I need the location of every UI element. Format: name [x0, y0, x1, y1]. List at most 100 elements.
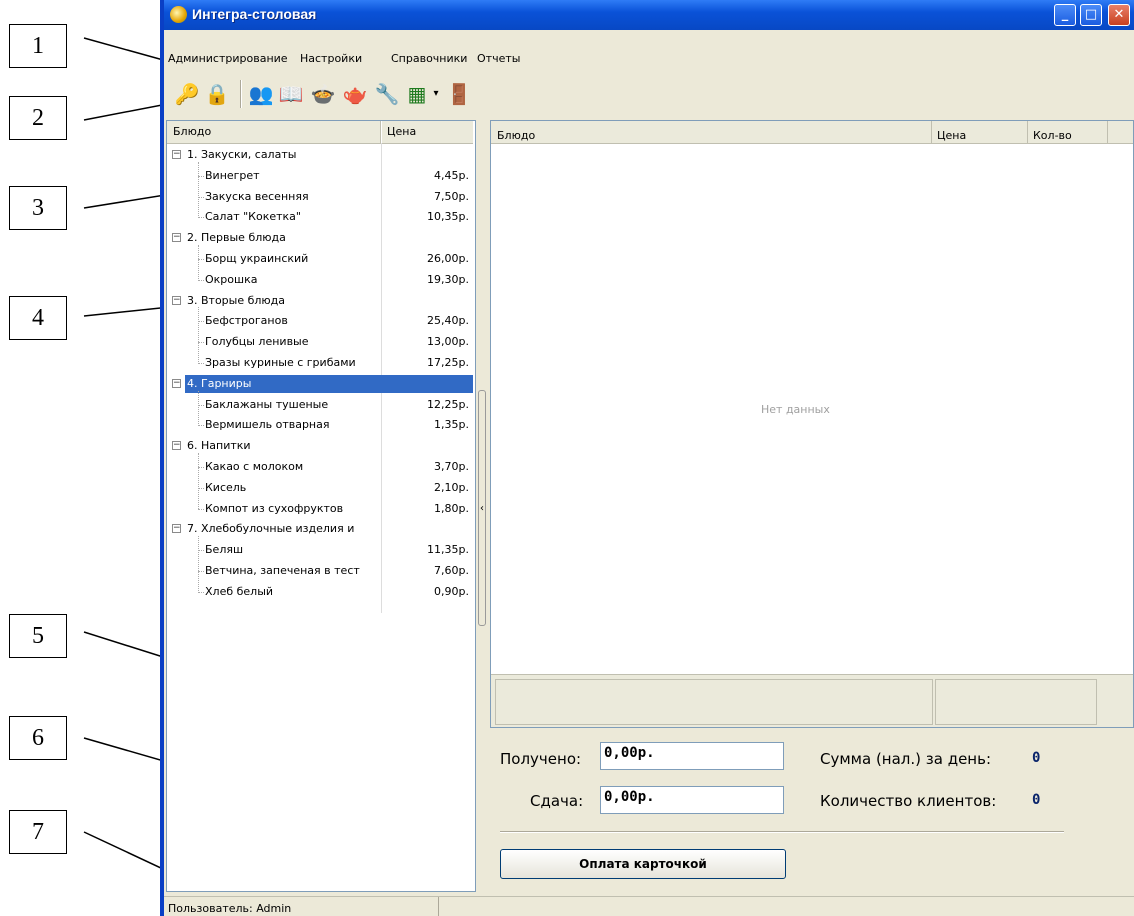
window-title: Интегра-столовая [192, 6, 317, 22]
tree-group-row[interactable]: −6. Напитки [167, 436, 473, 456]
tree-item-row[interactable]: Какао с молоком 3,70р. [167, 457, 473, 477]
tree-line [198, 390, 200, 427]
header-separator [931, 121, 932, 143]
tree-item-row[interactable]: Винегрет 4,45р. [167, 166, 473, 186]
tree-item-row[interactable]: Ветчина, запеченая в тест 7,60р. [167, 561, 473, 581]
book-icon[interactable]: 📖 [278, 80, 304, 108]
exit-door-icon[interactable]: 🚪 [446, 80, 472, 108]
tree-group-row[interactable]: −2. Первые блюда [167, 228, 473, 248]
dropdown-arrow-icon[interactable]: ▾ [430, 80, 442, 108]
pay-by-card-button[interactable]: Оплата карточкой [500, 849, 786, 879]
dish-name: Беляш [205, 543, 244, 557]
keys-search-icon[interactable]: 🔑 [174, 80, 200, 108]
header-separator [381, 121, 382, 143]
tree-item-row[interactable]: Беляш 11,35р. [167, 540, 473, 560]
tree-item-row[interactable]: Компот из сухофруктов 1,80р. [167, 499, 473, 519]
dish-price: 25,40р. [427, 314, 469, 328]
collapse-icon[interactable]: − [172, 441, 181, 451]
status-bar: Пользователь: Admin [164, 896, 1134, 916]
menu-reports[interactable]: Отчеты [477, 52, 520, 65]
dish-name: Кисель [205, 480, 247, 494]
callout-1: 1 [9, 24, 67, 68]
menu-references[interactable]: Справочники [391, 52, 467, 65]
clients-count-label: Количество клиентов: [820, 792, 997, 810]
tree-group-label: 1. Закуски, салаты [187, 148, 297, 161]
users-icon[interactable]: 👥 [248, 80, 274, 108]
empty-state-text: Нет данных [761, 403, 830, 416]
order-column-quantity[interactable]: Кол-во [1033, 129, 1072, 142]
tree-item-row[interactable]: Хлеб белый 0,90р. [167, 582, 473, 602]
collapse-icon[interactable]: − [172, 295, 181, 305]
lock-icon[interactable]: 🔒 [204, 80, 230, 108]
day-sum-value: 0 [1032, 750, 1041, 766]
pot-icon[interactable]: 🫖 [342, 80, 368, 108]
excel-icon[interactable]: ▦ [404, 80, 430, 108]
tree-group-label: 2. Первые блюда [187, 231, 286, 245]
tree-item-row[interactable]: Голубцы ленивые 13,00р. [167, 332, 473, 352]
order-grid-footer [491, 674, 1133, 727]
dish-price: 0,90р. [434, 584, 469, 598]
dish-menu-tree-grid[interactable]: Блюдо Цена −1. Закуски, салаты Винегрет 4,… [166, 120, 476, 892]
dish-name: Голубцы ленивые [205, 335, 309, 349]
change-field: 0,00р. [600, 786, 784, 814]
dish-name: Закуска весенняя [205, 189, 309, 203]
menu-bar: Администрирование Настройки Справочники … [164, 49, 1134, 68]
order-grid[interactable]: Блюдо Цена Кол-во Нет данных [490, 120, 1134, 728]
column-header-price[interactable]: Цена [387, 125, 416, 138]
dish-name: Салат "Кокетка" [205, 210, 301, 224]
tree-item-row[interactable]: Бефстроганов 25,40р. [167, 311, 473, 331]
collapse-icon[interactable]: − [172, 378, 181, 388]
header-separator [1027, 121, 1028, 143]
order-grid-header: Блюдо Цена Кол-во [491, 121, 1133, 144]
received-label: Получено: [500, 750, 582, 768]
callout-5: 5 [9, 614, 67, 658]
dish-price: 2,10р. [434, 480, 469, 494]
maximize-button[interactable]: □ [1080, 4, 1102, 26]
dishes-icon[interactable]: 🍲 [310, 80, 336, 108]
tree-item-row[interactable]: Закуска весенняя 7,50р. [167, 187, 473, 207]
tree-line [198, 307, 200, 364]
dish-name: Винегрет [205, 168, 260, 182]
status-panel-user: Пользователь: Admin [164, 897, 439, 916]
collapse-icon[interactable]: − [172, 233, 181, 243]
tree-item-row[interactable]: Баклажаны тушеные 12,25р. [167, 395, 473, 415]
order-column-price[interactable]: Цена [937, 129, 966, 142]
minimize-button[interactable]: _ [1054, 4, 1076, 26]
tree-line [198, 161, 200, 219]
tree-item-row[interactable]: Окрошка 19,30р. [167, 270, 473, 290]
callout-6: 6 [9, 716, 67, 760]
tree-group-row[interactable]: −3. Вторые блюда [167, 291, 473, 311]
tree-item-row[interactable]: Вермишель отварная 1,35р. [167, 415, 473, 435]
panel-splitter[interactable]: ‹ [478, 390, 486, 626]
dish-price: 7,60р. [434, 564, 469, 577]
tree-group-row[interactable]: −1. Закуски, салаты [167, 145, 473, 165]
tree-item-row[interactable]: Борщ украинский 26,00р. [167, 249, 473, 269]
collapse-icon[interactable]: − [172, 150, 181, 159]
dish-price: 7,50р. [434, 189, 469, 203]
dish-price: 13,00р. [427, 335, 469, 349]
tools-icon[interactable]: 🔧 [374, 80, 400, 108]
footer-cell [495, 679, 933, 725]
close-button[interactable]: ✕ [1108, 4, 1130, 26]
menu-administration[interactable]: Администрирование [168, 52, 288, 65]
dish-price: 1,80р. [434, 501, 469, 515]
order-column-dish[interactable]: Блюдо [497, 129, 535, 142]
tree-item-row[interactable]: Зразы куриные с грибами 17,25р. [167, 353, 473, 373]
dish-name: Окрошка [205, 272, 258, 286]
column-header-dish[interactable]: Блюдо [173, 125, 211, 138]
menu-settings[interactable]: Настройки [300, 52, 362, 65]
tree-item-row[interactable]: Салат "Кокетка" 10,35р. [167, 207, 473, 227]
tree-item-row[interactable]: Кисель 2,10р. [167, 478, 473, 498]
tree-group-row[interactable]: −4. Гарниры [167, 374, 473, 394]
title-bar[interactable]: Интегра-столовая _ □ ✕ [164, 0, 1134, 30]
dish-price: 3,70р. [434, 460, 469, 473]
dish-price: 10,35р. [427, 210, 469, 224]
received-input[interactable]: 0,00р. [600, 742, 784, 770]
dish-name: Бефстроганов [205, 314, 288, 328]
tree-group-label: 4. Гарниры [187, 376, 252, 390]
tree-group-row[interactable]: −7. Хлебобулочные изделия и [167, 519, 473, 539]
dish-name: Ветчина, запеченая в тест [205, 564, 360, 577]
collapse-icon[interactable]: − [172, 524, 181, 534]
app-logo-icon [170, 6, 187, 23]
callout-2: 2 [9, 96, 67, 140]
